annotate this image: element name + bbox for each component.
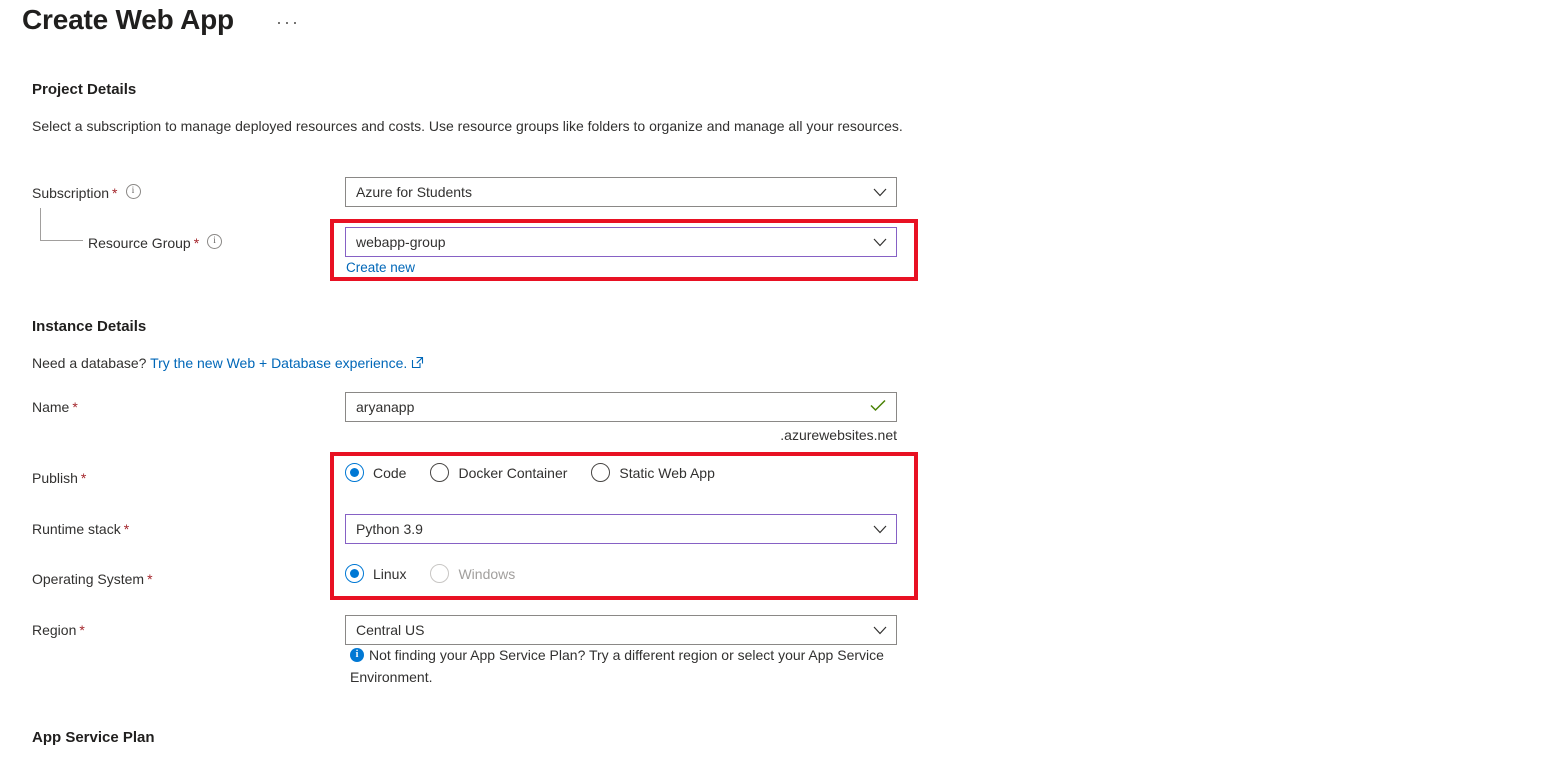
- subscription-value: Azure for Students: [356, 184, 472, 200]
- web-database-experience-link[interactable]: Try the new Web + Database experience.: [150, 355, 407, 371]
- required-asterisk: *: [147, 571, 153, 587]
- region-dropdown[interactable]: Central US: [345, 615, 897, 645]
- region-label: Region *: [32, 622, 85, 638]
- operating-system-radio-group: Linux Windows: [345, 564, 515, 583]
- subscription-label: Subscription *: [32, 184, 141, 201]
- chevron-down-icon: [873, 521, 887, 537]
- region-label-text: Region: [32, 622, 77, 638]
- radio-icon: [345, 463, 364, 482]
- project-details-description: Select a subscription to manage deployed…: [32, 118, 903, 134]
- need-database-row: Need a database? Try the new Web + Datab…: [32, 353, 424, 374]
- chevron-down-icon: [873, 622, 887, 638]
- external-link-icon[interactable]: [411, 354, 424, 374]
- operating-system-label: Operating System *: [32, 571, 153, 587]
- publish-option-label: Static Web App: [619, 464, 715, 481]
- operating-system-label-text: Operating System: [32, 571, 145, 587]
- runtime-stack-label-text: Runtime stack: [32, 521, 121, 537]
- os-option-linux[interactable]: Linux: [345, 564, 406, 583]
- required-asterisk: *: [80, 470, 87, 486]
- region-value: Central US: [356, 622, 425, 638]
- chevron-down-icon: [873, 184, 887, 200]
- publish-option-label: Code: [373, 464, 407, 481]
- chevron-down-icon: [873, 234, 887, 250]
- resource-group-dropdown[interactable]: webapp-group: [345, 227, 897, 257]
- publish-option-label: Docker Container: [458, 464, 568, 481]
- more-options-button[interactable]: ···: [276, 13, 300, 31]
- os-option-windows: Windows: [430, 564, 515, 583]
- name-label-text: Name: [32, 399, 70, 415]
- section-heading-instance-details: Instance Details: [32, 318, 147, 335]
- resource-group-label: Resource Group *: [88, 234, 223, 251]
- region-info-message: Not finding your App Service Plan? Try a…: [350, 644, 895, 688]
- publish-radio-group: Code Docker Container Static Web App: [345, 463, 715, 482]
- name-label: Name *: [32, 399, 78, 415]
- required-asterisk: *: [193, 235, 200, 251]
- check-icon: [870, 399, 886, 415]
- publish-label-text: Publish: [32, 470, 78, 486]
- info-circle-icon[interactable]: [125, 184, 141, 199]
- info-filled-icon: [350, 647, 364, 662]
- region-info-text: Not finding your App Service Plan? Try a…: [350, 647, 884, 685]
- radio-icon: [345, 564, 364, 583]
- tree-connector-line: [40, 208, 83, 241]
- runtime-stack-label: Runtime stack *: [32, 521, 129, 537]
- required-asterisk: *: [123, 521, 130, 537]
- radio-icon: [430, 463, 450, 482]
- resource-group-label-text: Resource Group: [88, 235, 191, 251]
- required-asterisk: *: [72, 399, 78, 415]
- create-web-app-page: Create Web App ··· Project Details Selec…: [0, 0, 1565, 766]
- subscription-label-text: Subscription: [32, 185, 110, 201]
- runtime-stack-value: Python 3.9: [356, 521, 423, 537]
- os-option-label: Linux: [373, 565, 407, 582]
- resource-group-value: webapp-group: [356, 234, 446, 250]
- radio-icon: [430, 564, 450, 583]
- runtime-stack-dropdown[interactable]: Python 3.9: [345, 514, 897, 544]
- need-database-text: Need a database?: [32, 355, 147, 371]
- name-input[interactable]: aryanapp: [345, 392, 897, 422]
- radio-icon: [591, 463, 611, 482]
- publish-option-static-web-app[interactable]: Static Web App: [591, 463, 715, 482]
- required-asterisk: *: [112, 185, 118, 201]
- publish-option-code[interactable]: Code: [345, 463, 406, 482]
- create-new-resource-group-link[interactable]: Create new: [346, 260, 415, 275]
- page-title: Create Web App: [22, 4, 234, 35]
- publish-label: Publish *: [32, 470, 86, 486]
- section-heading-project-details: Project Details: [32, 81, 137, 98]
- os-option-label: Windows: [458, 565, 516, 582]
- name-value: aryanapp: [356, 399, 415, 415]
- section-heading-app-service-plan: App Service Plan: [32, 729, 155, 746]
- subscription-dropdown[interactable]: Azure for Students: [345, 177, 897, 207]
- required-asterisk: *: [79, 622, 85, 638]
- info-circle-icon[interactable]: [207, 234, 223, 249]
- publish-option-docker-container[interactable]: Docker Container: [430, 463, 567, 482]
- name-domain-suffix: .azurewebsites.net: [780, 427, 897, 443]
